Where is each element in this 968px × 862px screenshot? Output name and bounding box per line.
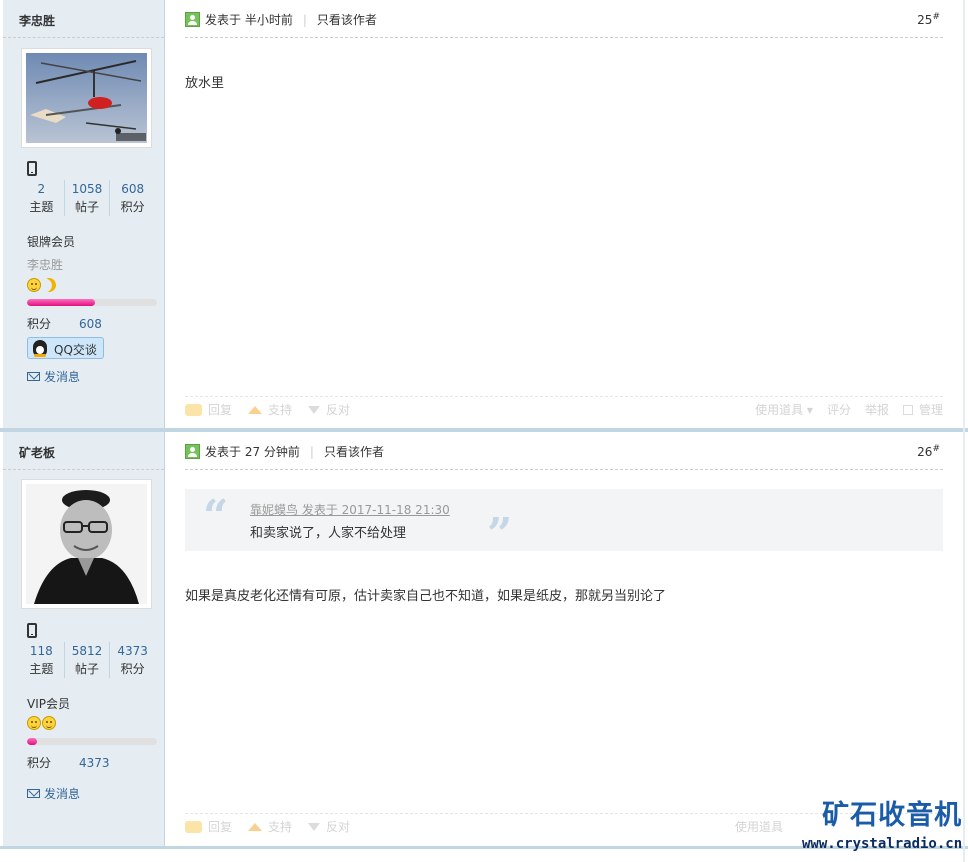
post-body: 放水里 bbox=[185, 76, 225, 91]
reply-icon bbox=[185, 403, 202, 416]
progress-fill bbox=[27, 738, 38, 745]
rank-progress-bar bbox=[27, 738, 157, 745]
reply-button[interactable]: 回复 bbox=[185, 401, 232, 418]
avatar[interactable] bbox=[21, 48, 152, 148]
moon-icon bbox=[40, 276, 58, 294]
stat-posts[interactable]: 5812 帖子 bbox=[63, 642, 110, 678]
close-quote-icon: ” bbox=[487, 509, 513, 560]
floor-number[interactable]: 26# bbox=[917, 444, 940, 459]
author-sidebar: 李忠胜 2 主题 1058 帖子 608 积分 银牌会员 李忠胜 积分 608 … bbox=[3, 0, 165, 430]
rank-icons bbox=[27, 716, 56, 730]
manage-button[interactable]: 管理 bbox=[902, 401, 943, 418]
oppose-button[interactable]: 反对 bbox=[308, 818, 350, 835]
quote-source-link[interactable]: 靠妮蟆鸟 发表于 2017-11-18 21:30 bbox=[250, 501, 450, 518]
post-content: 发表于 半小时前 | 只看该作者 25# 放水里 回复 支持 反对 使用道具 ▾… bbox=[185, 0, 943, 430]
rank-progress-bar bbox=[27, 299, 157, 306]
checkbox-icon bbox=[902, 405, 913, 415]
mail-icon bbox=[27, 372, 40, 381]
qq-penguin-icon bbox=[33, 340, 47, 357]
user-stats: 118 主题 5812 帖子 4373 积分 bbox=[19, 642, 155, 678]
post-body: 如果是真皮老化还情有可原，估计卖家自己也不知道，如果是纸皮，那就另当别论了 bbox=[185, 589, 667, 604]
stat-points[interactable]: 4373 积分 bbox=[109, 642, 155, 678]
support-button[interactable]: 支持 bbox=[248, 401, 292, 418]
thumb-up-icon bbox=[248, 822, 263, 831]
author-name[interactable]: 矿老板 bbox=[3, 432, 164, 470]
mobile-phone-icon bbox=[27, 161, 37, 176]
site-watermark: 矿石收音机 www.crystalradio.cn bbox=[802, 800, 962, 852]
send-message-link[interactable]: 发消息 bbox=[27, 785, 80, 802]
watermark-title: 矿石收音机 bbox=[822, 800, 963, 831]
stat-posts[interactable]: 1058 帖子 bbox=[63, 180, 110, 216]
post-time: 发表于 半小时前 bbox=[205, 13, 293, 27]
floor-number[interactable]: 25# bbox=[917, 12, 940, 27]
user-rank-name: 李忠胜 bbox=[27, 258, 64, 272]
rate-button[interactable]: 评分 bbox=[827, 401, 851, 418]
avatar-portrait-image bbox=[26, 484, 147, 604]
post-time: 发表于 27 分钟前 bbox=[205, 445, 300, 459]
post-header: 发表于 半小时前 | 只看该作者 25# bbox=[185, 0, 943, 38]
oppose-button[interactable]: 反对 bbox=[308, 401, 350, 418]
use-tools-button[interactable]: 使用道具 bbox=[735, 818, 783, 835]
user-group[interactable]: 银牌会员 bbox=[27, 233, 75, 250]
report-button[interactable]: 举报 bbox=[865, 401, 889, 418]
send-message-link[interactable]: 发消息 bbox=[27, 368, 80, 385]
open-quote-icon: “ bbox=[203, 491, 229, 542]
user-stats: 2 主题 1058 帖子 608 积分 bbox=[19, 180, 155, 216]
use-tools-button[interactable]: 使用道具 ▾ bbox=[755, 401, 813, 418]
stat-threads[interactable]: 2 主题 bbox=[19, 180, 64, 216]
avatar[interactable] bbox=[21, 479, 152, 609]
stat-threads[interactable]: 118 主题 bbox=[19, 642, 64, 678]
separator: | bbox=[302, 12, 307, 27]
reply-button[interactable]: 回复 bbox=[185, 818, 232, 835]
progress-fill bbox=[27, 299, 95, 306]
online-author-icon bbox=[185, 444, 200, 459]
post-header: 发表于 27 分钟前 | 只看该作者 26# bbox=[185, 432, 943, 470]
online-author-icon bbox=[185, 12, 200, 27]
smiley-icon bbox=[27, 716, 41, 730]
thumb-up-icon bbox=[248, 405, 263, 414]
qq-chat-button[interactable]: QQ交谈 bbox=[27, 337, 104, 359]
rank-icons bbox=[27, 278, 56, 292]
reply-icon bbox=[185, 820, 202, 833]
separator: | bbox=[309, 444, 314, 459]
post-content: 发表于 27 分钟前 | 只看该作者 26# “ 靠妮蟆鸟 发表于 2017-1… bbox=[185, 432, 943, 846]
post-26: 矿老板 118 主题 5812 帖子 4373 积分 VIP会员 积分 4373… bbox=[0, 432, 968, 846]
page-right-border bbox=[963, 0, 965, 862]
stat-points[interactable]: 608 积分 bbox=[109, 180, 155, 216]
post-actions: 回复 支持 反对 使用道具 ▾ 评分 举报 管理 bbox=[185, 396, 943, 422]
author-name[interactable]: 李忠胜 bbox=[3, 0, 164, 38]
watermark-url: www.crystalradio.cn bbox=[802, 836, 963, 852]
quote-text: 和卖家说了，人家不给处理 bbox=[250, 526, 407, 541]
smiley-icon bbox=[27, 278, 41, 292]
points-row: 积分 4373 bbox=[27, 756, 110, 770]
points-row: 积分 608 bbox=[27, 317, 102, 331]
smiley-icon bbox=[42, 716, 56, 730]
support-button[interactable]: 支持 bbox=[248, 818, 292, 835]
only-author-link[interactable]: 只看该作者 bbox=[324, 443, 384, 460]
only-author-link[interactable]: 只看该作者 bbox=[317, 11, 377, 28]
author-sidebar: 矿老板 118 主题 5812 帖子 4373 积分 VIP会员 积分 4373… bbox=[3, 432, 165, 846]
avatar-helicopter-image bbox=[26, 53, 147, 143]
mail-icon bbox=[27, 789, 40, 798]
thumb-down-icon bbox=[308, 822, 321, 831]
post-25: 李忠胜 2 主题 1058 帖子 608 积分 银牌会员 李忠胜 积分 608 … bbox=[0, 0, 968, 430]
quote-block: “ 靠妮蟆鸟 发表于 2017-11-18 21:30 和卖家说了，人家不给处理… bbox=[185, 489, 943, 560]
user-group[interactable]: VIP会员 bbox=[27, 695, 70, 712]
mobile-phone-icon bbox=[27, 623, 37, 638]
thumb-down-icon bbox=[308, 405, 321, 414]
